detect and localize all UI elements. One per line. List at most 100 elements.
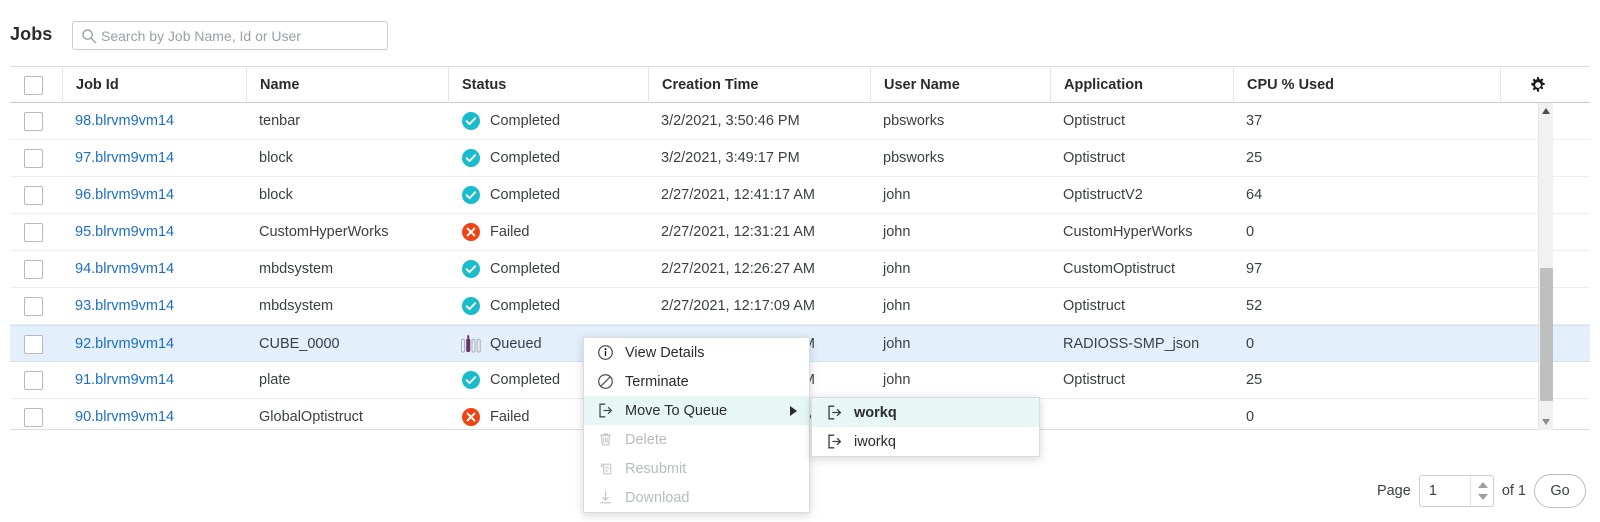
submenu-item-iworkq[interactable]: iworkq <box>812 427 1039 456</box>
cell-user: john <box>883 298 911 314</box>
cell-jobid[interactable]: 91.blrvm9vm14 <box>62 362 246 398</box>
cell-jobid[interactable]: 93.blrvm9vm14 <box>62 288 246 324</box>
status-label: Completed <box>490 150 561 166</box>
row-checkbox[interactable] <box>24 149 43 168</box>
page-label: Page <box>1376 483 1411 499</box>
cell-status: Completed <box>448 103 648 139</box>
table-row[interactable]: 95.blrvm9vm14 CustomHyperWorks Failed 2/27/… <box>10 214 1590 251</box>
submenu-item-label: iworkq <box>854 433 896 450</box>
row-checkbox[interactable] <box>24 186 43 205</box>
status-label: Completed <box>490 372 561 388</box>
cell-jobid[interactable]: 96.blrvm9vm14 <box>62 177 246 213</box>
column-header-jobid[interactable]: Job Id <box>62 67 246 103</box>
menu-item-label: Download <box>625 489 690 506</box>
search-box[interactable] <box>72 21 388 50</box>
column-settings-button[interactable] <box>1500 67 1590 103</box>
select-all-checkbox[interactable] <box>24 76 43 95</box>
cell-name: tenbar <box>259 113 301 129</box>
column-header-created[interactable]: Creation Time <box>648 67 870 103</box>
cell-created: 3/2/2021, 3:49:17 PM <box>661 150 800 166</box>
cell-cpu: 0 <box>1246 336 1255 352</box>
search-input[interactable] <box>101 22 385 49</box>
move-out-icon <box>828 405 842 420</box>
status-label: Queued <box>490 336 542 352</box>
cell-app: Optistruct <box>1063 150 1126 166</box>
cell-app: Optistruct <box>1063 113 1126 129</box>
column-header-name[interactable]: Name <box>246 67 448 103</box>
status-completed-icon <box>462 112 480 130</box>
spinner-up-icon[interactable] <box>1477 482 1488 488</box>
row-checkbox[interactable] <box>24 408 43 427</box>
row-checkbox[interactable] <box>24 335 43 354</box>
cell-name: mbdsystem <box>259 261 334 277</box>
menu-item-resubmit: Resubmit <box>584 454 809 483</box>
cell-jobid[interactable]: 98.blrvm9vm14 <box>62 103 246 139</box>
info-circle-icon <box>598 345 613 360</box>
row-checkbox[interactable] <box>24 297 43 316</box>
search-icon <box>81 28 97 44</box>
row-checkbox[interactable] <box>24 260 43 279</box>
column-header-app[interactable]: Application <box>1050 67 1233 103</box>
status-label: Completed <box>490 187 561 203</box>
cell-jobid[interactable]: 94.blrvm9vm14 <box>62 251 246 287</box>
page-title: Jobs <box>10 24 53 44</box>
top-toolbar: Jobs Search by Job Name, Id or User <box>0 0 1600 66</box>
table-row[interactable]: 97.blrvm9vm14 block Completed 3/2/2021, 3:4… <box>10 140 1590 177</box>
download-icon <box>600 491 611 504</box>
ban-icon <box>598 374 613 389</box>
menu-item-view-details[interactable]: View Details <box>584 338 809 367</box>
status-completed-icon <box>462 297 480 315</box>
cell-jobid[interactable]: 97.blrvm9vm14 <box>62 140 246 176</box>
cell-name: block <box>259 150 293 166</box>
cell-jobid[interactable]: 92.blrvm9vm14 <box>62 326 246 362</box>
spinner-down-icon[interactable] <box>1477 494 1488 500</box>
cell-app: Optistruct <box>1063 298 1126 314</box>
cell-app <box>1050 399 1233 429</box>
page-stepper[interactable] <box>1469 476 1493 506</box>
menu-item-move-to-queue[interactable]: Move To Queue <box>584 396 809 425</box>
submenu-item-label: workq <box>854 404 897 421</box>
cell-name: plate <box>259 372 291 388</box>
column-header-status[interactable]: Status <box>448 67 648 103</box>
table-row[interactable]: 93.blrvm9vm14 mbdsystem Completed 2/27/2021… <box>10 288 1590 325</box>
cell-cpu: 97 <box>1246 261 1263 277</box>
resubmit-icon <box>600 463 612 475</box>
row-checkbox[interactable] <box>24 371 43 390</box>
submenu-item-workq[interactable]: workq <box>812 398 1039 427</box>
table-row[interactable]: 98.blrvm9vm14 tenbar Completed 3/2/2021, 3:… <box>10 103 1590 140</box>
scroll-down-arrow-icon[interactable] <box>1539 414 1554 430</box>
cell-jobid[interactable]: 95.blrvm9vm14 <box>62 214 246 250</box>
page-total-label: of 1 <box>1501 483 1526 499</box>
pagination: Page of 1 Go <box>1377 472 1586 510</box>
trash-icon <box>599 433 612 446</box>
scroll-up-arrow-icon[interactable] <box>1539 103 1554 119</box>
menu-item-terminate[interactable]: Terminate <box>584 367 809 396</box>
cell-app: RADIOSS-SMP_json <box>1063 336 1200 352</box>
cell-app: OptistructV2 <box>1063 187 1143 203</box>
move-out-icon <box>828 434 842 449</box>
gear-icon <box>1531 77 1545 92</box>
cell-created: 2/27/2021, 12:17:09 AM <box>661 298 815 314</box>
page-input[interactable] <box>1419 476 1470 506</box>
move-out-icon <box>597 402 614 419</box>
go-button[interactable]: Go <box>1534 474 1586 508</box>
cell-status: Failed <box>448 214 648 250</box>
vertical-scrollbar[interactable] <box>1538 103 1553 430</box>
cell-app: CustomHyperWorks <box>1063 224 1193 240</box>
download-icon <box>597 489 614 506</box>
cell-created: 2/27/2021, 12:41:17 AM <box>661 187 815 203</box>
menu-item-download: Download <box>584 483 809 512</box>
row-checkbox[interactable] <box>24 223 43 242</box>
table-row[interactable]: 94.blrvm9vm14 mbdsystem Completed 2/27/2021… <box>10 251 1590 288</box>
scrollbar-thumb[interactable] <box>1540 268 1553 401</box>
column-header-user[interactable]: User Name <box>870 67 1050 103</box>
row-checkbox[interactable] <box>24 112 43 131</box>
status-completed-icon <box>462 149 480 167</box>
cell-name: CustomHyperWorks <box>259 224 389 240</box>
page-number-field[interactable] <box>1418 475 1494 507</box>
column-header-cpu[interactable]: CPU % Used <box>1233 67 1500 103</box>
status-label: Completed <box>490 298 561 314</box>
table-row[interactable]: 96.blrvm9vm14 block Completed 2/27/2021, 12… <box>10 177 1590 214</box>
cell-jobid[interactable]: 90.blrvm9vm14 <box>62 399 246 429</box>
status-label: Completed <box>490 113 561 129</box>
